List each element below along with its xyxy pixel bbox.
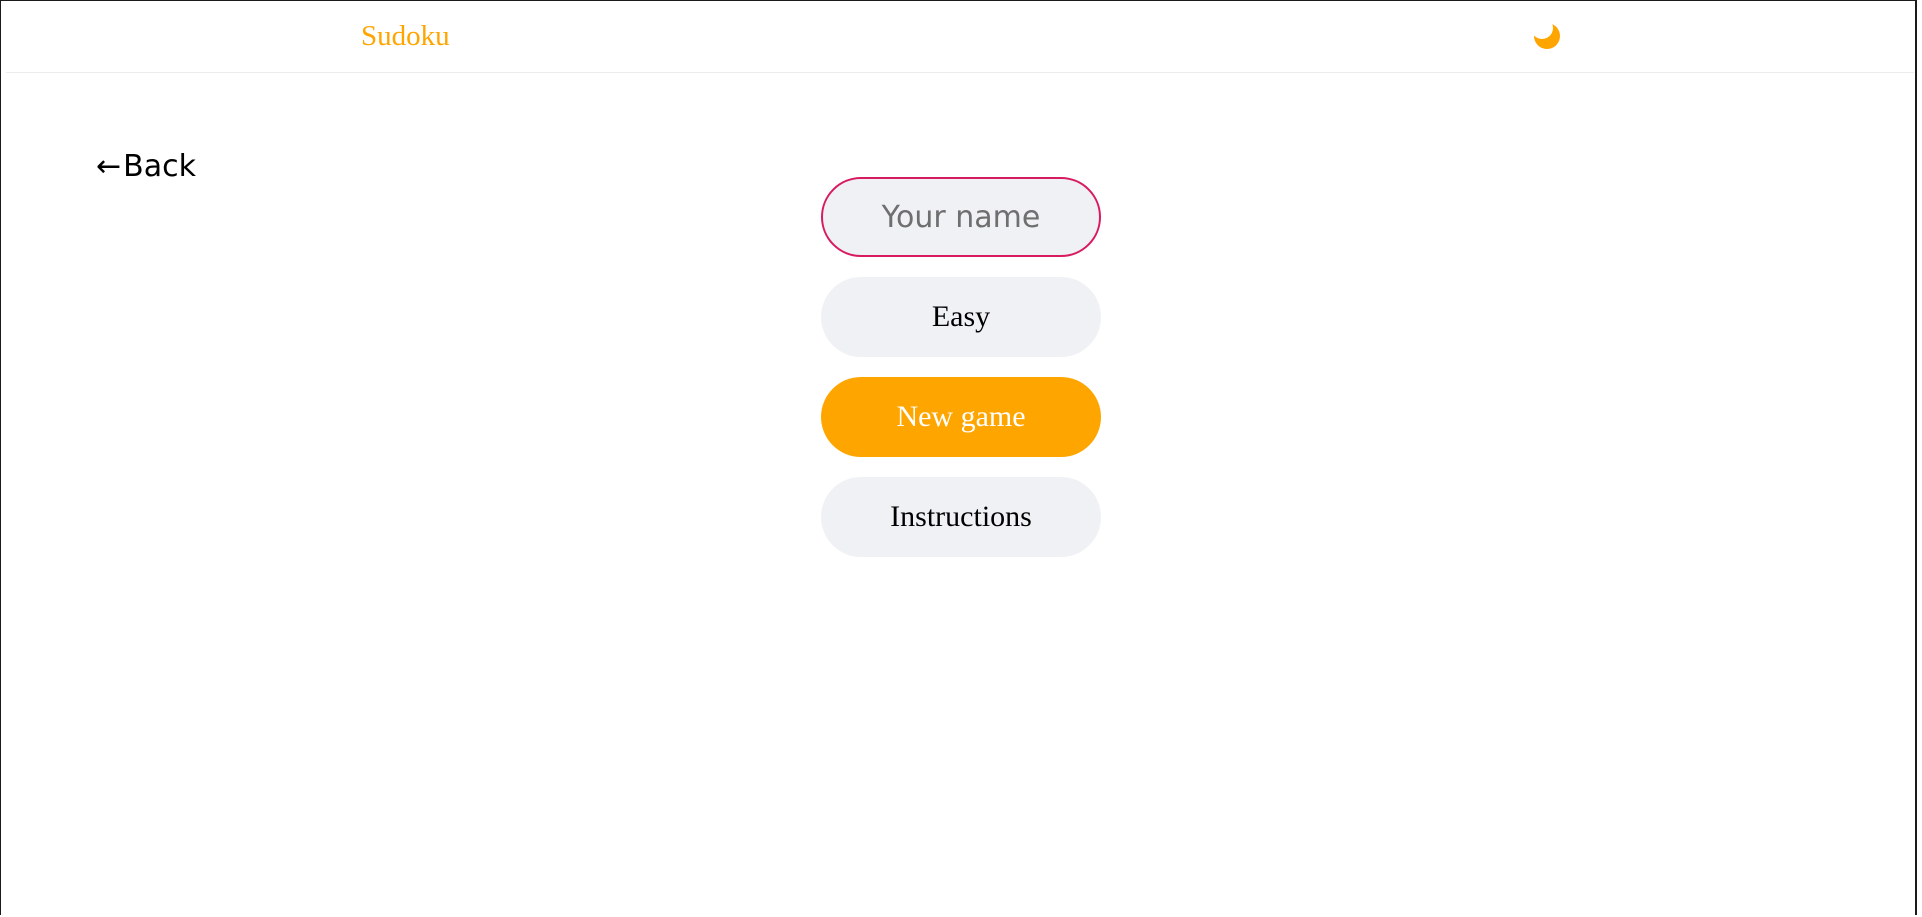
back-link[interactable]: ← Back (96, 149, 196, 184)
game-menu: Easy New game Instructions (821, 177, 1101, 557)
instructions-button[interactable]: Instructions (821, 477, 1101, 557)
brand-logo-link[interactable]: Sudoku (361, 20, 450, 53)
moon-icon (1531, 17, 1560, 49)
back-arrow-icon: ← (96, 149, 122, 184)
theme-toggle-button[interactable] (1531, 17, 1565, 52)
app-window: Sudoku ← Back Easy New game Instructions (0, 0, 1917, 915)
difficulty-select-button[interactable]: Easy (821, 277, 1101, 357)
new-game-button[interactable]: New game (821, 377, 1101, 457)
top-navbar: Sudoku (6, 2, 1914, 73)
player-name-input[interactable] (821, 177, 1101, 257)
back-label: Back (123, 149, 196, 184)
